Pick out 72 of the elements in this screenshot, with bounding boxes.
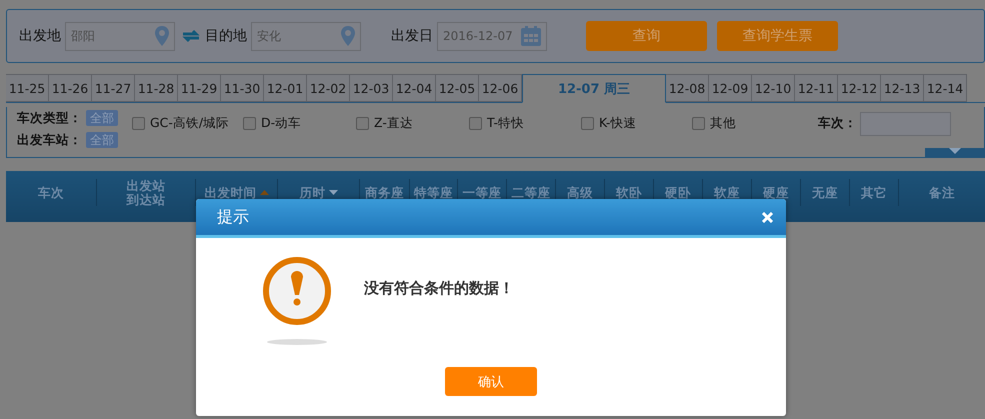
date-tab[interactable]: 12-09 — [709, 74, 752, 102]
column-header: 硬卧 — [665, 186, 691, 200]
date-tab[interactable]: 12-07 周三 — [522, 74, 666, 103]
close-icon[interactable] — [762, 212, 773, 222]
train-number-field[interactable] — [860, 112, 951, 136]
dialog-message: 没有符合条件的数据！ — [364, 279, 514, 299]
date-tab[interactable]: 11-27 — [92, 74, 135, 102]
destination-field[interactable]: 安化 — [251, 22, 361, 50]
date-tab[interactable]: 12-03 — [350, 74, 393, 102]
field-label: 出发地 — [19, 27, 61, 45]
column-header: 车次 — [38, 186, 64, 200]
location-pin-icon — [155, 26, 169, 46]
date-tab[interactable]: 12-10 — [752, 74, 795, 102]
checkbox[interactable] — [692, 117, 705, 130]
caret-icon — [948, 148, 960, 154]
train-type-checkbox[interactable]: 其他 — [692, 115, 736, 132]
dialog-title: 提示 — [217, 206, 249, 228]
column-header[interactable]: 历时 — [300, 186, 326, 200]
column-header: 出发站 — [126, 178, 166, 192]
date-tab[interactable]: 12-11 — [795, 74, 838, 102]
column-header: 备注 — [929, 186, 955, 200]
departure-field[interactable]: 邵阳 — [65, 22, 175, 50]
train-type-checkbox[interactable]: GC-高铁/城际 — [132, 115, 230, 132]
date-tab[interactable]: 12-14 — [924, 74, 967, 102]
date-tab[interactable]: 11-29 — [178, 74, 221, 102]
date-tab[interactable]: 12-13 — [881, 74, 924, 102]
column-header: 一等座 — [462, 186, 502, 200]
column-header: 其它 — [861, 186, 887, 200]
checkbox[interactable] — [356, 117, 369, 130]
column-header: 到达站 — [126, 192, 166, 206]
date-tab[interactable]: 12-06 — [479, 74, 522, 102]
train-type-checkbox[interactable]: K-快速 — [581, 115, 636, 132]
calendar-icon — [521, 26, 541, 46]
swap-icon[interactable] — [182, 28, 200, 44]
date-tab[interactable]: 12-08 — [666, 74, 709, 102]
date-tab[interactable]: 11-30 — [221, 74, 264, 102]
column-header: 商务座 — [365, 186, 404, 200]
date-tab[interactable]: 11-28 — [135, 74, 178, 102]
location-pin-icon — [341, 26, 355, 46]
column-header: 无座 — [812, 186, 838, 200]
field-label: 目的地 — [205, 27, 247, 45]
date-tab[interactable]: 12-05 — [436, 74, 479, 102]
checkbox[interactable] — [581, 117, 594, 130]
checkbox[interactable] — [243, 117, 256, 130]
expand-tab[interactable] — [925, 148, 984, 158]
confirm-button[interactable]: 确认 — [445, 367, 537, 396]
date-tab[interactable]: 11-26 — [49, 74, 92, 102]
filter-label: 出发车站： — [17, 132, 82, 148]
column-header[interactable]: 出发时间 — [204, 186, 256, 200]
column-header: 软座 — [714, 186, 740, 200]
column-header: 硬座 — [763, 186, 789, 200]
train-type-checkbox[interactable]: Z-直达 — [356, 115, 413, 132]
date-tab[interactable]: 11-25 — [6, 74, 49, 102]
date-tab[interactable]: 12-01 — [264, 74, 307, 102]
train-type-checkbox[interactable]: T-特快 — [469, 115, 524, 132]
field-label: 出发日 — [391, 27, 433, 45]
train-type-checkbox[interactable]: D-动车 — [243, 115, 302, 132]
filter-label: 车次类型： — [17, 110, 82, 126]
warning-icon — [263, 257, 331, 347]
date-tab[interactable]: 12-02 — [307, 74, 350, 102]
filter-label: 车次： — [818, 115, 857, 132]
date-field[interactable]: 2016-12-07 — [437, 22, 547, 50]
sort-down-icon[interactable] — [328, 190, 338, 195]
column-header: 特等座 — [414, 186, 453, 200]
checkbox[interactable] — [469, 117, 482, 130]
column-header: 高级 — [567, 186, 593, 200]
column-header: 二等座 — [512, 186, 550, 200]
date-tab[interactable]: 12-04 — [393, 74, 436, 102]
date-tab[interactable]: 12-12 — [838, 74, 881, 102]
checkbox[interactable] — [132, 117, 145, 130]
column-header: 软卧 — [616, 186, 642, 200]
sort-up-icon[interactable] — [260, 190, 268, 195]
